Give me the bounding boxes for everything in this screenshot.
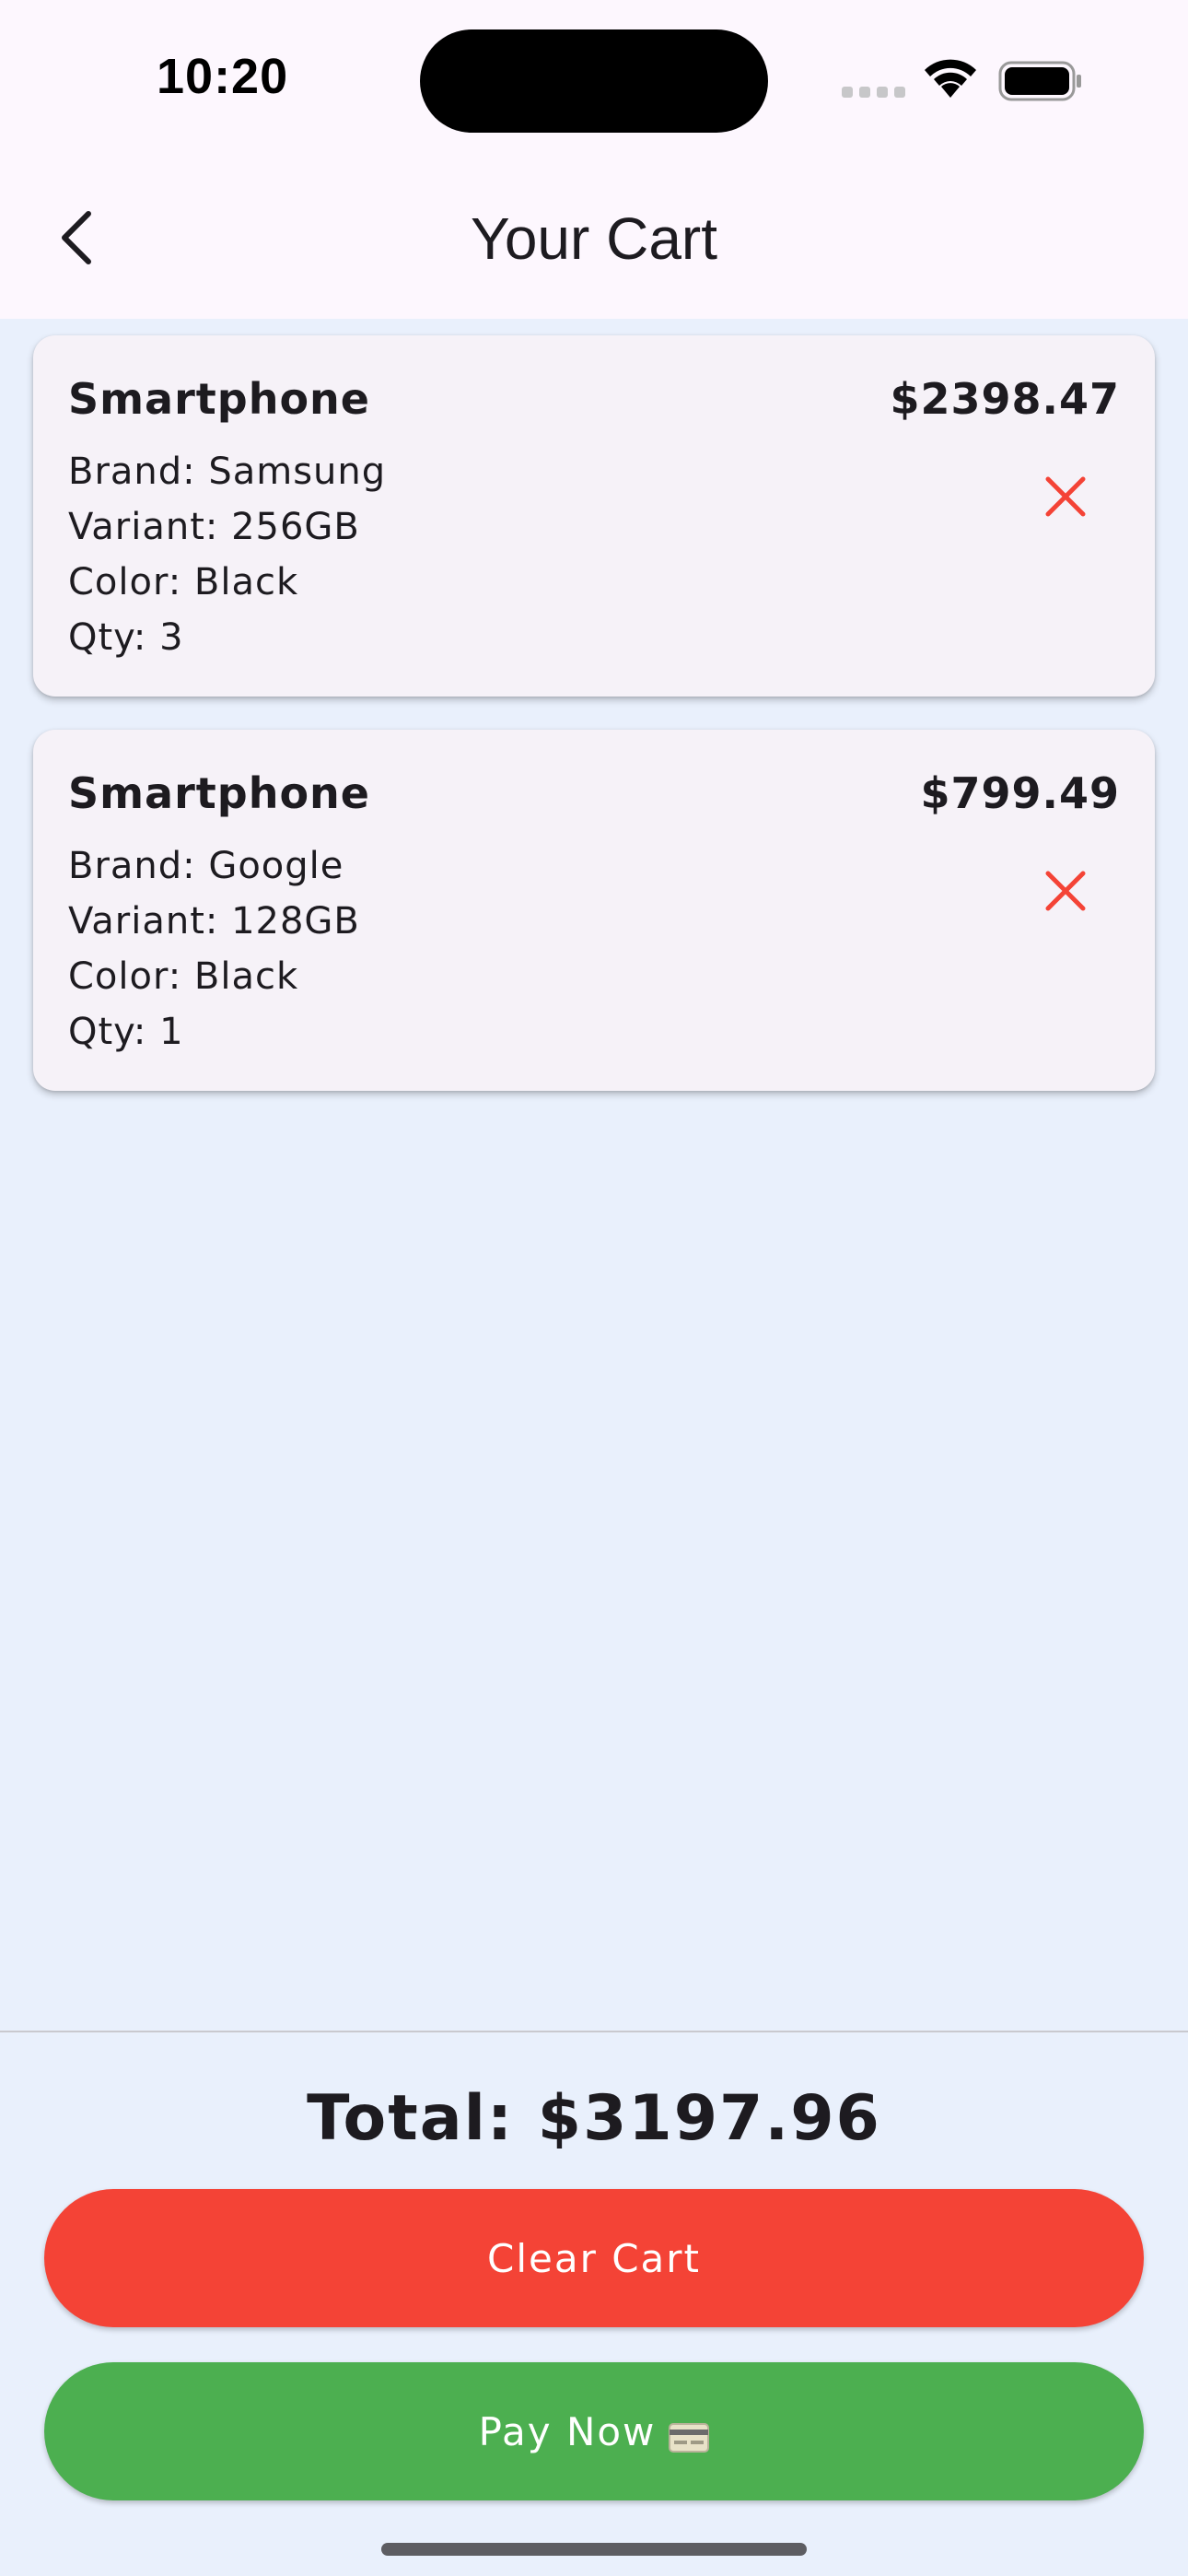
- credit-card-icon: [669, 2417, 710, 2453]
- clear-cart-button[interactable]: Clear Cart: [44, 2189, 1144, 2327]
- page-title: Your Cart: [471, 205, 717, 272]
- product-details: Brand: Samsung Variant: 256GB Color: Bla…: [68, 444, 386, 665]
- product-price: $799.49: [920, 768, 1120, 818]
- close-icon: [1042, 868, 1089, 918]
- cart-list: Smartphone $2398.47 Brand: Samsung Varia…: [33, 335, 1155, 1124]
- product-variant: Variant: 256GB: [68, 506, 360, 548]
- cellular-signal-icon: [842, 87, 906, 98]
- product-variant: Variant: 128GB: [68, 900, 360, 943]
- product-qty: Qty: 3: [68, 616, 184, 659]
- remove-item-button[interactable]: [1033, 861, 1098, 925]
- remove-item-button[interactable]: [1033, 466, 1098, 531]
- pay-now-button[interactable]: Pay Now: [44, 2362, 1144, 2500]
- cart-item-card: Smartphone $2398.47 Brand: Samsung Varia…: [33, 335, 1155, 697]
- pay-now-label: Pay Now: [478, 2408, 657, 2454]
- status-time: 10:20: [157, 49, 289, 104]
- wifi-icon: [921, 57, 980, 100]
- product-color: Color: Black: [68, 561, 299, 603]
- product-price: $2398.47: [890, 374, 1120, 424]
- cart-total: Total: $3197.96: [307, 2082, 881, 2155]
- product-name: Smartphone: [68, 768, 371, 818]
- clear-cart-label: Clear Cart: [487, 2235, 701, 2281]
- status-bar: 10:20: [0, 0, 1188, 166]
- bottom-divider: [0, 2031, 1188, 2032]
- product-name: Smartphone: [68, 374, 371, 424]
- product-qty: Qty: 1: [68, 1011, 184, 1053]
- product-brand: Brand: Google: [68, 845, 344, 887]
- close-icon: [1042, 474, 1089, 523]
- battery-icon: [998, 61, 1083, 101]
- product-brand: Brand: Samsung: [68, 451, 387, 493]
- cart-item-card: Smartphone $799.49 Brand: Google Variant…: [33, 730, 1155, 1091]
- product-details: Brand: Google Variant: 128GB Color: Blac…: [68, 838, 360, 1060]
- dynamic-island: [420, 29, 768, 133]
- product-color: Color: Black: [68, 955, 299, 998]
- app-bar: Your Cart: [0, 166, 1188, 319]
- home-indicator[interactable]: [381, 2543, 807, 2556]
